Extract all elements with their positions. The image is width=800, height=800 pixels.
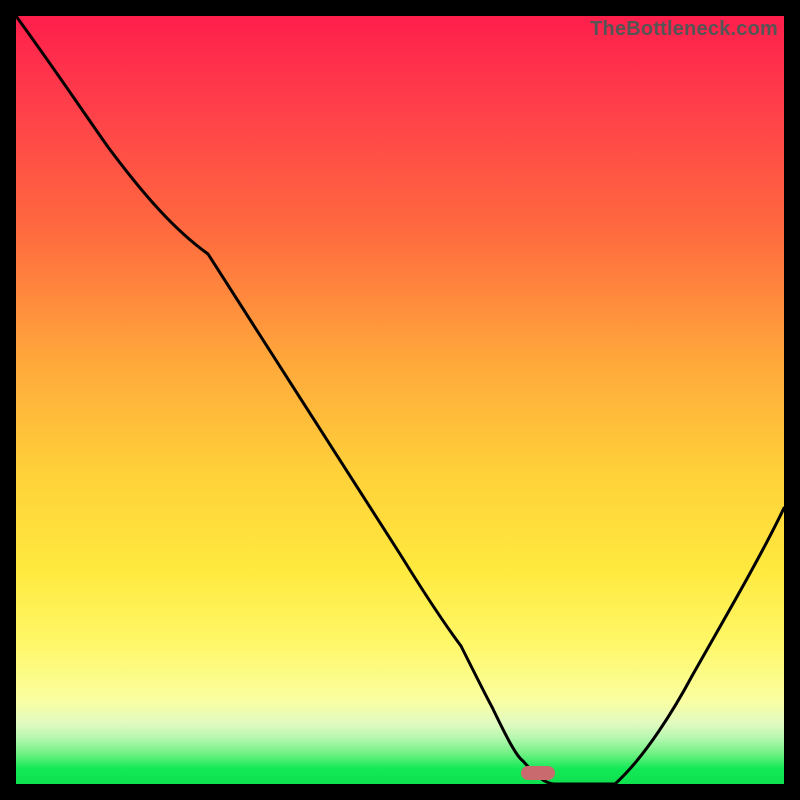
optimal-marker: [521, 766, 555, 780]
plot-area: TheBottleneck.com: [16, 16, 784, 784]
watermark-text: TheBottleneck.com: [590, 18, 778, 41]
bottleneck-curve: [16, 16, 784, 784]
chart-frame: TheBottleneck.com: [0, 0, 800, 800]
